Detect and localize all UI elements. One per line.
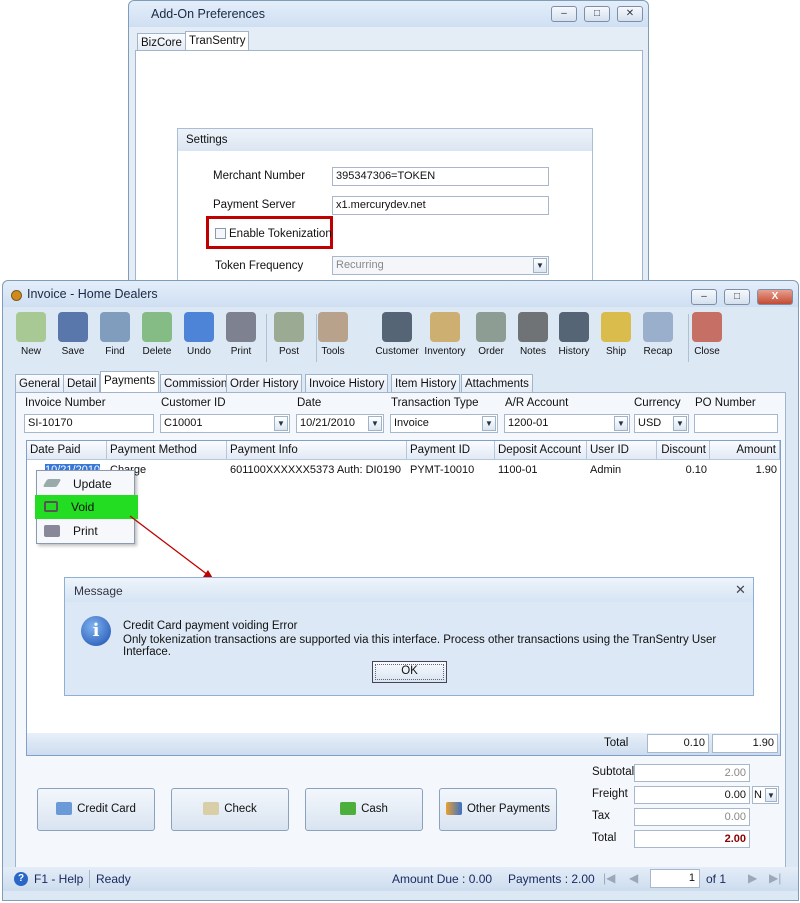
message-line-2: Only tokenization transactions are suppo… (123, 634, 717, 658)
button-label: Check (224, 803, 257, 815)
credit-card-button[interactable]: Credit Card (37, 788, 155, 831)
total-label: Total (592, 832, 617, 844)
button-label: Other Payments (466, 803, 551, 815)
check-button[interactable]: Check (171, 788, 289, 831)
cash-icon (340, 802, 357, 816)
ok-button[interactable]: OK (372, 661, 447, 683)
first-page-icon[interactable]: |◀ (603, 871, 615, 885)
tax-label: Tax (592, 810, 610, 822)
prev-page-icon[interactable]: ◀ (629, 871, 638, 885)
button-label: Cash (361, 803, 388, 815)
chevron-down-icon[interactable]: ▼ (765, 788, 777, 802)
subtotal-label: Subtotal (592, 766, 635, 778)
freight-label: Freight (592, 788, 628, 800)
help-label[interactable]: F1 - Help (34, 872, 83, 886)
message-title-bar: Message ✕ (65, 578, 753, 602)
page-count: of 1 (706, 872, 727, 886)
freight-code-select[interactable]: N ▼ (752, 786, 779, 804)
tax-value: 0.00 (634, 808, 750, 826)
page-number-input[interactable]: 1 (650, 869, 700, 888)
help-icon[interactable]: ? (14, 872, 28, 886)
total-value: 2.00 (634, 830, 750, 848)
freight-input[interactable]: 0.00 (634, 786, 750, 804)
status-text: Ready (96, 872, 131, 886)
credit-card-icon (56, 802, 73, 816)
cash-button[interactable]: Cash (305, 788, 423, 831)
payments-total: Payments : 2.00 (508, 872, 595, 886)
check-icon (203, 802, 220, 816)
other-payments-icon (445, 802, 462, 816)
freight-code: N (754, 789, 762, 801)
subtotal-value: 2.00 (634, 764, 750, 782)
next-page-icon[interactable]: ▶ (748, 871, 757, 885)
other-payments-button[interactable]: Other Payments (439, 788, 557, 831)
button-label: Credit Card (77, 803, 136, 815)
info-icon: i (81, 616, 111, 646)
close-icon[interactable]: ✕ (735, 582, 746, 598)
message-line-1: Credit Card payment voiding Error (123, 620, 298, 632)
message-dialog: Message ✕ i Credit Card payment voiding … (64, 577, 754, 696)
divider (89, 870, 90, 888)
status-bar: ? F1 - Help Ready Amount Due : 0.00 Paym… (3, 867, 798, 891)
last-page-icon[interactable]: ▶| (769, 871, 781, 885)
dialog-title: Message (74, 584, 123, 598)
amount-due: Amount Due : 0.00 (392, 872, 493, 886)
